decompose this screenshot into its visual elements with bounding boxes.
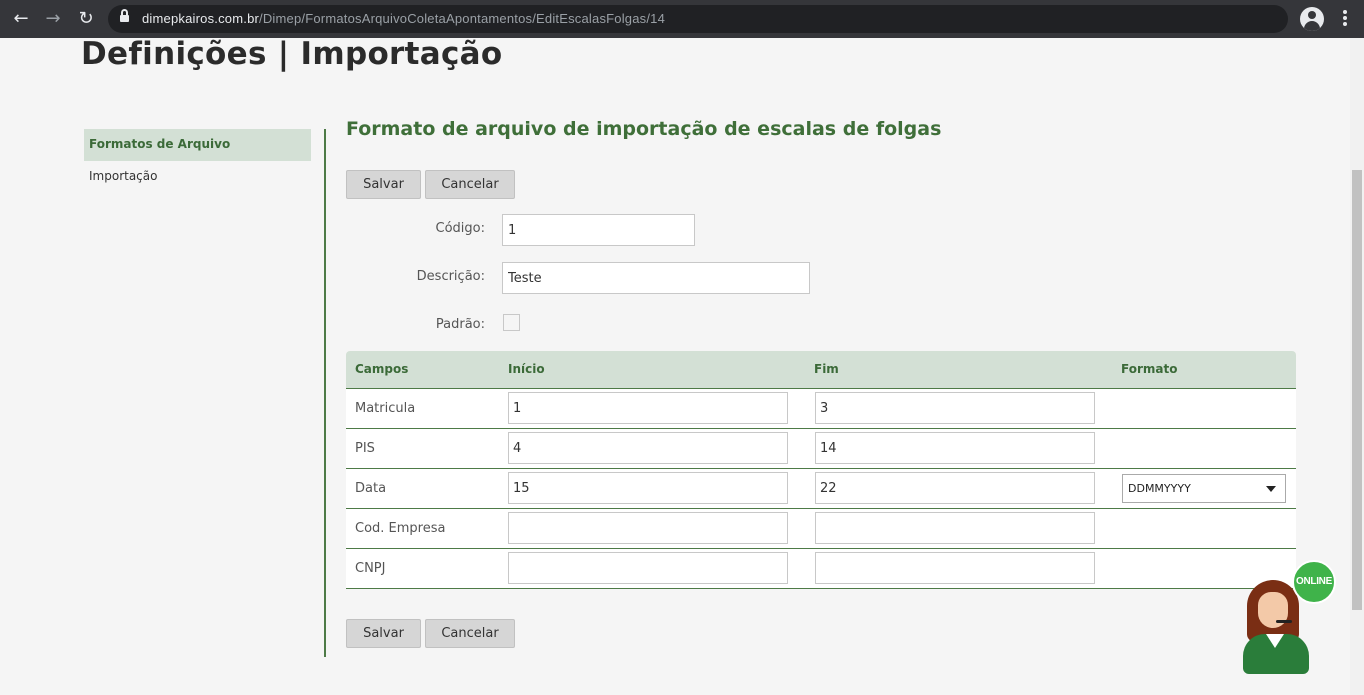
page-scrollbar[interactable] bbox=[1350, 38, 1364, 695]
menu-dots-icon[interactable] bbox=[1338, 10, 1352, 28]
content-divider bbox=[324, 129, 326, 657]
codigo-label: Código: bbox=[435, 221, 485, 236]
url-path: /Dimep/FormatosArquivoColetaApontamentos… bbox=[259, 11, 666, 26]
row-field-name: Matricula bbox=[355, 401, 416, 416]
account-icon[interactable] bbox=[1300, 7, 1324, 31]
table-row: PIS bbox=[346, 429, 1296, 469]
dropdown-caret-icon bbox=[1266, 486, 1276, 492]
row-field-name: Data bbox=[355, 481, 387, 496]
address-bar[interactable]: dimepkairos.com.br/Dimep/FormatosArquivo… bbox=[108, 5, 1288, 33]
date-format-select[interactable]: DDMMYYYY bbox=[1122, 474, 1286, 503]
padrao-checkbox[interactable] bbox=[503, 314, 520, 331]
column-header-formato: Formato bbox=[1121, 362, 1178, 376]
cancel-button-bottom[interactable]: Cancelar bbox=[425, 619, 515, 648]
descricao-field[interactable] bbox=[502, 262, 810, 294]
row-field-name: CNPJ bbox=[355, 561, 386, 576]
url-text[interactable]: dimepkairos.com.br/Dimep/FormatosArquivo… bbox=[142, 11, 665, 26]
save-button-bottom[interactable]: Salvar bbox=[346, 619, 421, 648]
matricula-end-input[interactable] bbox=[815, 392, 1095, 424]
pis-end-input[interactable] bbox=[815, 432, 1095, 464]
scrollbar-thumb[interactable] bbox=[1352, 170, 1362, 610]
table-row: Matricula bbox=[346, 389, 1296, 429]
row-field-name: Cod. Empresa bbox=[355, 521, 446, 536]
cod-empresa-start-input[interactable] bbox=[508, 512, 788, 544]
codigo-field[interactable] bbox=[502, 214, 695, 246]
browser-toolbar: ← → ↻ dimepkairos.com.br/Dimep/FormatosA… bbox=[0, 0, 1364, 38]
online-badge: ONLINE bbox=[1292, 560, 1336, 604]
data-start-input[interactable] bbox=[508, 472, 788, 504]
sidebar-item-formatos-de-arquivo[interactable]: Formatos de Arquivo bbox=[84, 129, 311, 161]
matricula-start-input[interactable] bbox=[508, 392, 788, 424]
url-host: dimepkairos.com.br bbox=[142, 11, 260, 26]
sidebar-item-importacao[interactable]: Importação bbox=[84, 161, 311, 193]
row-field-name: PIS bbox=[355, 441, 375, 456]
cnpj-start-input[interactable] bbox=[508, 552, 788, 584]
pis-start-input[interactable] bbox=[508, 432, 788, 464]
lock-icon bbox=[120, 9, 129, 24]
back-arrow-icon[interactable]: ← bbox=[11, 9, 31, 29]
reload-icon[interactable]: ↻ bbox=[76, 9, 96, 29]
page-title: Definições | Importação bbox=[81, 36, 503, 72]
table-row: Data DDMMYYYY bbox=[346, 469, 1296, 509]
forward-arrow-icon[interactable]: → bbox=[43, 9, 63, 29]
column-header-campos: Campos bbox=[355, 362, 409, 376]
cancel-button-top[interactable]: Cancelar bbox=[425, 170, 515, 199]
form-heading: Formato de arquivo de importação de esca… bbox=[346, 118, 942, 140]
save-button-top[interactable]: Salvar bbox=[346, 170, 421, 199]
descricao-label: Descrição: bbox=[416, 269, 485, 284]
fields-table-header: Campos Início Fim Formato bbox=[346, 351, 1296, 389]
table-row: Cod. Empresa bbox=[346, 509, 1296, 549]
padrao-label: Padrão: bbox=[435, 317, 485, 332]
online-support-widget[interactable]: ONLINE bbox=[1238, 558, 1338, 676]
cod-empresa-end-input[interactable] bbox=[815, 512, 1095, 544]
headset-mic bbox=[1276, 620, 1292, 623]
cnpj-end-input[interactable] bbox=[815, 552, 1095, 584]
date-format-value: DDMMYYYY bbox=[1128, 482, 1191, 495]
column-header-fim: Fim bbox=[814, 362, 839, 376]
column-header-inicio: Início bbox=[508, 362, 545, 376]
data-end-input[interactable] bbox=[815, 472, 1095, 504]
table-row: CNPJ bbox=[346, 549, 1296, 589]
